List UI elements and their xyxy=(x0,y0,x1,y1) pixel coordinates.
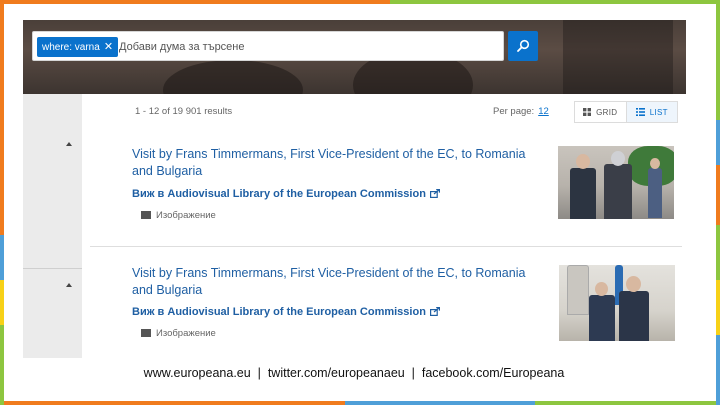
provider-link-label: Виж в Audiovisual Library of the Europea… xyxy=(132,306,426,318)
search-filter-chip[interactable]: where: varna ✕ xyxy=(37,37,119,57)
side-divider xyxy=(23,268,82,269)
frame-top xyxy=(0,0,720,4)
frame-left xyxy=(0,0,4,405)
item-type: Изображение xyxy=(141,210,216,221)
grid-icon xyxy=(583,108,592,116)
per-page-value[interactable]: 12 xyxy=(538,106,549,117)
view-toggle: GRID LIST xyxy=(574,101,678,123)
collapse-caret-icon[interactable] xyxy=(66,142,72,146)
result-thumbnail[interactable] xyxy=(558,146,674,219)
results-count: 1 - 12 of 19 901 results xyxy=(135,106,233,117)
view-grid-button[interactable]: GRID xyxy=(575,102,626,122)
search-button[interactable] xyxy=(508,31,538,61)
per-page-label: Per page: xyxy=(493,106,535,117)
provider-link-label: Виж в Audiovisual Library of the Europea… xyxy=(132,188,426,200)
frame-bottom xyxy=(0,401,720,405)
provider-link[interactable]: Виж в Audiovisual Library of the Europea… xyxy=(132,188,440,200)
view-grid-label: GRID xyxy=(596,107,618,117)
image-icon xyxy=(141,211,151,219)
external-link-icon xyxy=(429,307,440,316)
list-icon xyxy=(635,108,645,116)
provider-link[interactable]: Виж в Audiovisual Library of the Europea… xyxy=(132,306,440,318)
search-bar[interactable]: where: varna ✕ xyxy=(32,31,504,61)
result-title-link[interactable]: Visit by Frans Timmermans, First Vice-Pr… xyxy=(132,265,547,299)
view-list-label: LIST xyxy=(649,107,668,117)
view-list-button[interactable]: LIST xyxy=(625,102,677,122)
search-input[interactable] xyxy=(119,37,489,57)
search-icon xyxy=(517,39,530,52)
result-thumbnail[interactable] xyxy=(559,265,675,341)
search-filter-chip-label: where: varna xyxy=(42,42,100,53)
result-side-column xyxy=(23,94,82,358)
external-link-icon xyxy=(429,189,440,198)
item-type: Изображение xyxy=(141,328,216,339)
close-icon[interactable]: ✕ xyxy=(104,41,113,53)
per-page-control[interactable]: Per page: 12 xyxy=(493,106,549,117)
frame-right xyxy=(716,0,720,405)
item-type-label: Изображение xyxy=(156,328,216,339)
footer-links: www.europeana.eu | twitter.com/europeana… xyxy=(143,366,565,380)
item-type-label: Изображение xyxy=(156,210,216,221)
result-title-link[interactable]: Visit by Frans Timmermans, First Vice-Pr… xyxy=(132,146,547,180)
result-divider xyxy=(90,246,682,247)
image-icon xyxy=(141,329,151,337)
collapse-caret-icon[interactable] xyxy=(66,283,72,287)
